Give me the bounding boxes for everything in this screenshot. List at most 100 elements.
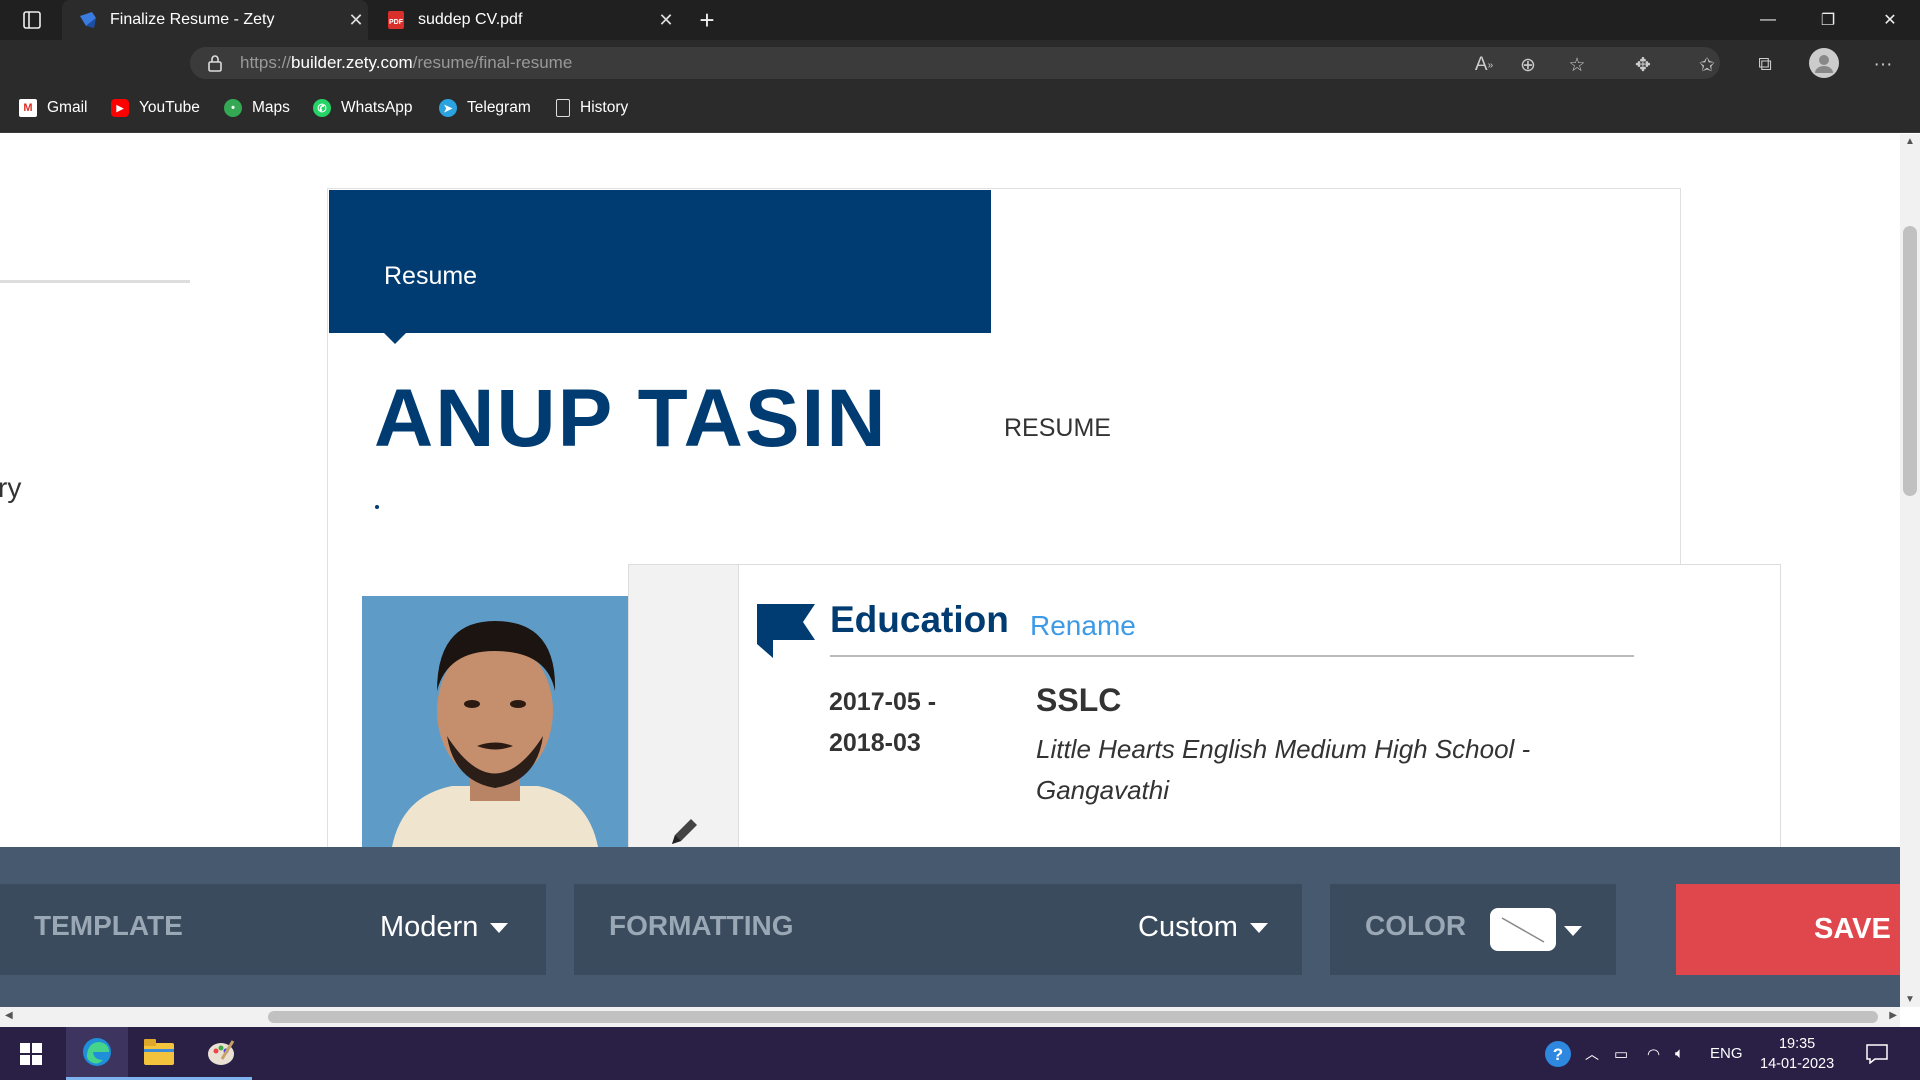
horizontal-scrollbar[interactable]: ◀ ▶ xyxy=(0,1007,1900,1027)
wifi-icon[interactable]: ◠ xyxy=(1647,1027,1660,1080)
volume-icon[interactable]: 🔈︎ xyxy=(1675,1027,1684,1080)
collections-icon[interactable]: ⧉ xyxy=(1750,50,1780,80)
more-menu-icon[interactable]: ··· xyxy=(1868,50,1898,80)
scroll-up-icon[interactable]: ▲ xyxy=(1905,136,1915,147)
read-aloud-icon[interactable]: A» xyxy=(1469,50,1499,80)
date-end: 2018-03 xyxy=(829,729,921,757)
svg-text:?: ? xyxy=(1553,1045,1563,1064)
restore-icon[interactable]: ❐ xyxy=(1800,0,1856,40)
bookmark-label: YouTube xyxy=(139,99,200,116)
resume-header-label: Resume xyxy=(384,262,478,290)
section-divider xyxy=(830,655,1634,657)
bookmark-telegram[interactable]: ➤ Telegram xyxy=(439,96,531,120)
whatsapp-icon: ✆ xyxy=(313,99,331,117)
battery-icon[interactable]: ▭ xyxy=(1614,1027,1628,1080)
left-nav-fragment: ry xyxy=(0,472,22,503)
chevron-down-icon xyxy=(1249,923,1268,934)
url-host: builder.zety.com xyxy=(291,53,413,72)
section-title: Education xyxy=(830,599,1009,640)
edge-taskbar-icon[interactable] xyxy=(66,1027,128,1080)
template-selector[interactable]: TEMPLATE Modern xyxy=(0,884,546,975)
color-selector[interactable]: COLOR xyxy=(1330,884,1616,975)
color-swatch[interactable] xyxy=(1490,908,1556,951)
bookmark-label: Gmail xyxy=(47,99,88,116)
profile-avatar-icon[interactable] xyxy=(1809,48,1839,78)
windows-taskbar: ? ︿ ▭ ◠ 🔈︎ ENG 19:35 14-01-2023 xyxy=(0,1027,1920,1080)
formatting-selector[interactable]: FORMATTING Custom xyxy=(574,884,1302,975)
scroll-left-icon[interactable]: ◀ xyxy=(5,1010,13,1021)
edit-pencil-icon[interactable] xyxy=(668,814,702,847)
bookmark-label: Telegram xyxy=(467,99,531,116)
scroll-down-icon[interactable]: ▼ xyxy=(1905,994,1915,1005)
url-scheme: https:// xyxy=(240,53,292,72)
tray-chevron-up-icon[interactable]: ︿ xyxy=(1585,1027,1599,1080)
bookmark-youtube[interactable]: ▶ YouTube xyxy=(111,96,200,120)
browser-tab-bar: Finalize Resume - Zety ✕ PDF suddep CV.p… xyxy=(0,0,1920,40)
windows-start-icon[interactable] xyxy=(0,1027,62,1080)
lock-icon[interactable] xyxy=(190,54,240,72)
banner-pointer xyxy=(383,332,407,344)
bookmark-whatsapp[interactable]: ✆ WhatsApp xyxy=(313,96,413,120)
formatting-label: FORMATTING xyxy=(609,910,794,941)
profile-photo[interactable] xyxy=(362,596,628,847)
education-school: Little Hearts English Medium High School… xyxy=(1036,734,1531,805)
favorites-icon[interactable]: ✩ xyxy=(1692,50,1722,80)
zety-favicon-icon xyxy=(80,12,96,28)
url-path: /resume/final-resume xyxy=(412,53,573,72)
rename-link[interactable]: Rename xyxy=(1030,610,1136,642)
resume-toolbar: TEMPLATE Modern FORMATTING Custom COLOR … xyxy=(0,847,1900,1007)
close-tab-icon[interactable]: ✕ xyxy=(654,10,678,31)
tab-pdf[interactable]: PDF suddep CV.pdf ✕ xyxy=(372,0,678,40)
tab-title: Finalize Resume - Zety xyxy=(110,11,275,28)
clock[interactable]: 19:35 14-01-2023 xyxy=(1760,1027,1834,1080)
vertical-scrollbar[interactable]: ▲ ▼ xyxy=(1900,134,1920,1007)
vertical-scroll-thumb[interactable] xyxy=(1903,226,1917,496)
close-tab-icon[interactable]: ✕ xyxy=(344,10,368,31)
tab-title: suddep CV.pdf xyxy=(418,11,523,28)
minimize-icon[interactable]: — xyxy=(1740,0,1796,40)
template-label: TEMPLATE xyxy=(34,910,183,941)
education-degree: SSLC xyxy=(1036,682,1122,718)
horizontal-scroll-thumb[interactable] xyxy=(268,1011,1878,1023)
bookmark-history[interactable]: History xyxy=(556,96,628,120)
add-favorite-icon[interactable]: ☆ xyxy=(1562,50,1592,80)
page-content: ry Resume ANUP TASIN RESUME Education Re… xyxy=(0,134,1900,847)
formatting-value: Custom xyxy=(1138,911,1268,944)
bookmark-maps[interactable]: • Maps xyxy=(224,96,290,120)
chevron-down-icon xyxy=(490,923,509,934)
clock-time: 19:35 xyxy=(1778,1035,1816,1052)
scroll-right-icon[interactable]: ▶ xyxy=(1889,1010,1897,1021)
bookmark-gmail[interactable]: M Gmail xyxy=(19,96,87,120)
clock-date: 14-01-2023 xyxy=(1760,1055,1835,1072)
file-explorer-icon[interactable] xyxy=(128,1027,190,1080)
date-start: 2017-05 - xyxy=(829,688,937,716)
svg-text:PDF: PDF xyxy=(389,19,404,26)
tab-finalize-resume[interactable]: Finalize Resume - Zety ✕ xyxy=(62,0,368,40)
resume-header-banner: Resume xyxy=(329,190,991,333)
save-label: SAVE & xyxy=(1814,913,1900,945)
pdf-icon: PDF xyxy=(388,11,404,29)
notifications-icon[interactable] xyxy=(1866,1027,1888,1080)
template-value: Modern xyxy=(380,911,509,944)
left-divider xyxy=(0,280,190,283)
resume-name[interactable]: ANUP TASIN xyxy=(374,372,888,466)
education-dates: 2017-05 - 2018-03 xyxy=(829,682,936,764)
youtube-icon: ▶ xyxy=(111,99,129,117)
maps-icon: • xyxy=(224,99,242,117)
new-tab-icon[interactable]: + xyxy=(680,0,734,40)
zoom-icon[interactable]: ⊕ xyxy=(1513,50,1543,80)
bookmark-label: Maps xyxy=(252,99,290,116)
gmail-icon: M xyxy=(19,99,37,117)
help-icon[interactable]: ? xyxy=(1544,1027,1572,1080)
profile-photo-image xyxy=(362,596,628,847)
color-label: COLOR xyxy=(1365,910,1467,941)
bookmark-label: WhatsApp xyxy=(341,99,413,116)
language-indicator[interactable]: ENG xyxy=(1710,1027,1743,1080)
page-icon xyxy=(556,99,570,117)
save-button[interactable]: SAVE & xyxy=(1676,884,1900,975)
close-window-icon[interactable]: ✕ xyxy=(1862,0,1918,40)
paint-app-icon[interactable] xyxy=(190,1027,252,1080)
tab-actions-icon[interactable] xyxy=(4,0,60,40)
extensions-icon[interactable]: ✥ xyxy=(1628,50,1658,80)
telegram-icon: ➤ xyxy=(439,99,457,117)
